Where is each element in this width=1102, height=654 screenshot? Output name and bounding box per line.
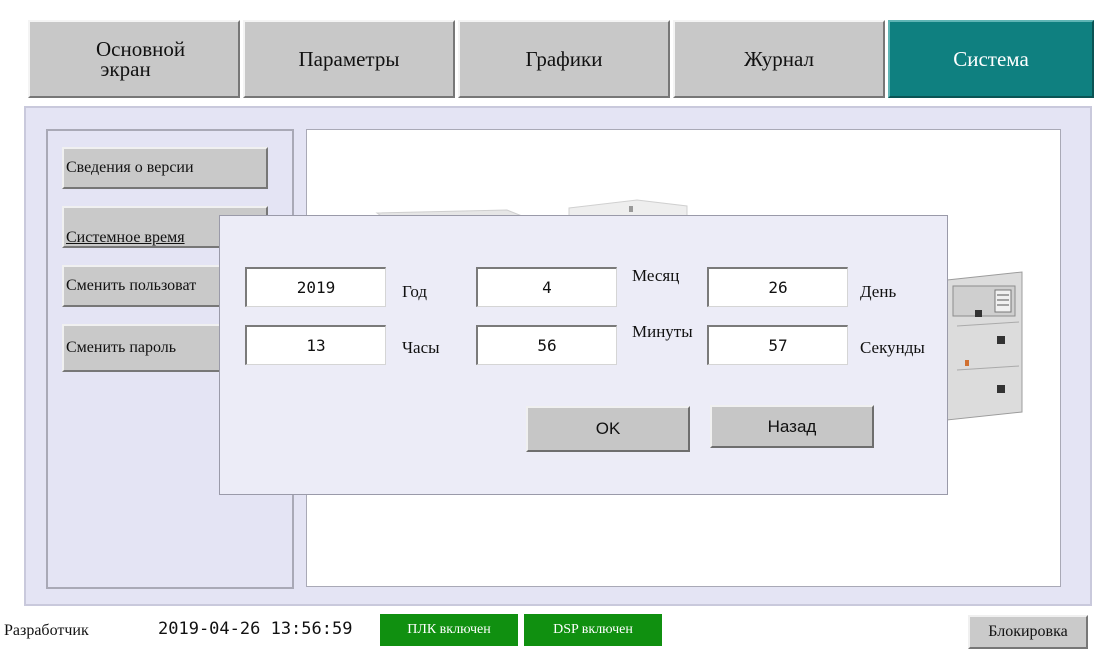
- back-button[interactable]: Назад: [710, 405, 874, 448]
- hours-label: Часы: [402, 338, 440, 357]
- tab-parameters[interactable]: Параметры: [243, 20, 455, 98]
- month-label: Месяц: [632, 266, 680, 285]
- tab-log-label: Журнал: [743, 46, 814, 71]
- tab-charts-label: Графики: [525, 46, 603, 71]
- tab-system-label: Система: [953, 46, 1029, 71]
- sidebar-item-label: Системное время: [66, 229, 185, 246]
- sidebar-item-version-info[interactable]: Сведения о версии: [62, 147, 268, 189]
- year-field[interactable]: 2019: [245, 267, 386, 307]
- seconds-value: 57: [768, 336, 788, 355]
- status-bar: Разработчик 2019-04-26 13:56:59 ПЛК вклю…: [0, 606, 1102, 654]
- minutes-label: Минуты: [632, 322, 693, 341]
- minutes-field[interactable]: 56: [476, 325, 617, 365]
- day-value: 26: [768, 278, 788, 297]
- day-label: День: [860, 282, 897, 301]
- hours-field[interactable]: 13: [245, 325, 386, 365]
- sidebar-item-label: Сменить пароль: [66, 339, 177, 356]
- seconds-field[interactable]: 57: [707, 325, 848, 365]
- tab-main-screen-line2: экран: [100, 57, 151, 81]
- tab-log[interactable]: Журнал: [673, 20, 885, 98]
- sidebar-item-label: Сменить пользоват: [66, 277, 197, 294]
- ok-button[interactable]: OK: [526, 406, 690, 452]
- dsp-status-label: DSP включен: [553, 622, 633, 637]
- ok-button-label: OK: [595, 419, 621, 438]
- plc-status-badge: ПЛК включен: [380, 614, 518, 646]
- sidebar-item-label: Сведения о версии: [66, 159, 194, 176]
- back-button-label: Назад: [767, 416, 817, 436]
- lock-button[interactable]: Блокировка: [968, 615, 1088, 649]
- tab-system[interactable]: Система: [888, 20, 1094, 98]
- current-datetime: 2019-04-26 13:56:59: [158, 619, 353, 639]
- tab-bar: Основной экран Параметры Графики Журнал …: [0, 0, 1102, 106]
- hours-value: 13: [306, 336, 326, 355]
- tab-main-screen[interactable]: Основной экран: [28, 20, 240, 98]
- minutes-value: 56: [537, 336, 557, 355]
- system-time-dialog: 2019 Год 4 Месяц 26 День 13 Часы 56 Мину…: [219, 215, 948, 495]
- lock-button-label: Блокировка: [988, 623, 1068, 640]
- tab-main-screen-label: Основной экран: [66, 37, 186, 81]
- seconds-label: Секунды: [860, 338, 925, 357]
- dsp-status-badge: DSP включен: [524, 614, 662, 646]
- tab-main-screen-line1: Основной: [96, 37, 186, 61]
- current-user: Разработчик: [4, 622, 89, 639]
- month-field[interactable]: 4: [476, 267, 617, 307]
- plc-status-label: ПЛК включен: [407, 622, 491, 637]
- year-value: 2019: [296, 278, 336, 297]
- month-value: 4: [542, 278, 552, 297]
- tab-charts[interactable]: Графики: [458, 20, 670, 98]
- day-field[interactable]: 26: [707, 267, 848, 307]
- tab-parameters-label: Параметры: [298, 46, 400, 71]
- year-label: Год: [402, 282, 427, 301]
